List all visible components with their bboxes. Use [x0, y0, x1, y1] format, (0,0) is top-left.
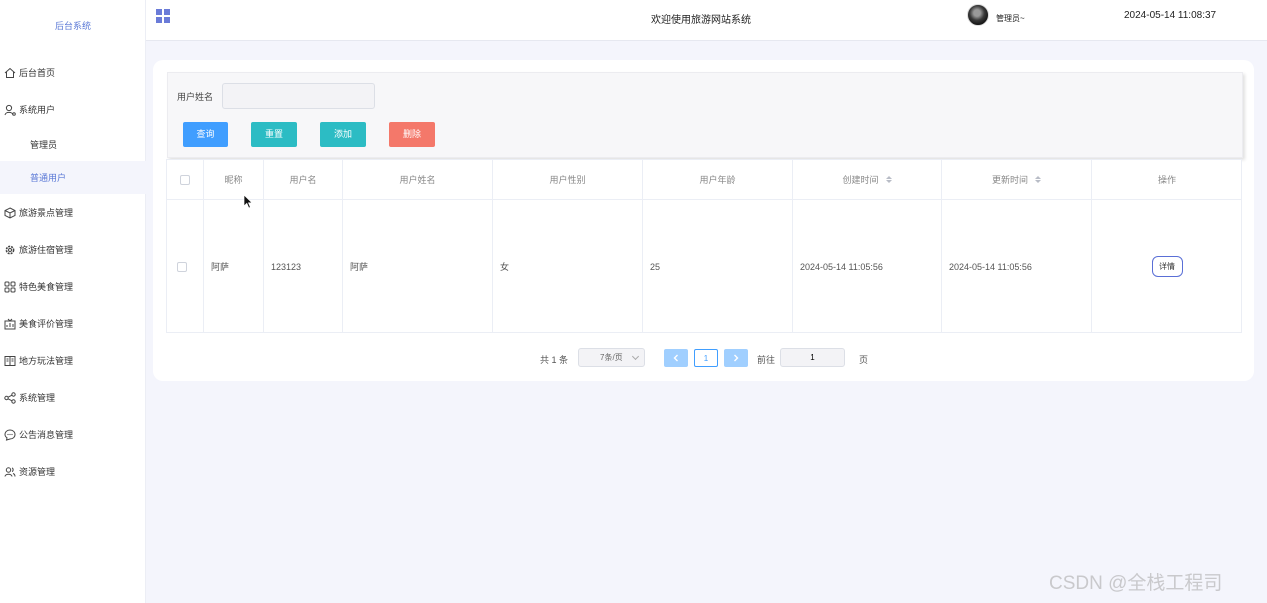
- sidebar-subitem-admin[interactable]: 管理员: [0, 128, 146, 161]
- add-button[interactable]: 添加: [320, 122, 366, 147]
- brand-title: 后台系统: [54, 21, 91, 31]
- chevron-down-icon: ~: [1020, 14, 1025, 23]
- sidebar-item-label: 旅游景点管理: [19, 208, 74, 218]
- sidebar-subitem-normal-user[interactable]: 普通用户: [0, 161, 146, 194]
- table-cell: 2024-05-14 11:05:56: [942, 200, 1092, 333]
- select-all-cell: [167, 160, 204, 200]
- column-header: 用户名: [264, 160, 343, 200]
- row-checkbox[interactable]: [177, 261, 187, 272]
- grid-icon: [3, 280, 16, 293]
- sidebar-item-label: 公告消息管理: [19, 430, 74, 440]
- sidebar-item-label: 系统用户: [19, 105, 56, 115]
- table-cell: 阿萨: [343, 200, 493, 333]
- users-icon: [3, 465, 16, 478]
- table-cell: 25: [643, 200, 793, 333]
- reset-button[interactable]: 重置: [251, 122, 297, 147]
- page-suffix-label: 页: [859, 355, 869, 365]
- chevron-right-icon: [734, 354, 739, 362]
- user-menu[interactable]: 管理员~: [996, 13, 1025, 24]
- watermark: CSDN @全栈工程司: [1049, 573, 1223, 594]
- page-size-select[interactable]: 7条/页: [578, 348, 645, 367]
- goto-page-input[interactable]: [780, 348, 845, 367]
- book-icon: [3, 354, 16, 367]
- sidebar-item-label: 旅游住宿管理: [19, 245, 74, 255]
- sidebar-item-label: 美食评价管理: [19, 319, 74, 329]
- sidebar-item-system-users[interactable]: 系统用户: [0, 91, 146, 128]
- column-header-label: 更新时间: [991, 175, 1028, 185]
- column-header-updated[interactable]: 更新时间: [942, 160, 1092, 200]
- sidebar-item-label: 资源管理: [19, 467, 56, 477]
- sidebar-item-system-manage[interactable]: 系统管理: [0, 379, 146, 416]
- search-input[interactable]: [222, 83, 375, 109]
- gear-icon: [3, 243, 16, 256]
- prev-page-button[interactable]: [664, 349, 688, 367]
- sidebar-item-food[interactable]: 特色美食管理: [0, 268, 146, 305]
- sidebar-item-label: 特色美食管理: [19, 282, 74, 292]
- table-cell: 阿萨: [204, 200, 264, 333]
- sidebar-item-label: 地方玩法管理: [19, 356, 74, 366]
- column-header: 用户姓名: [343, 160, 493, 200]
- table-cell: 2024-05-14 11:05:56: [793, 200, 942, 333]
- pagination-total: 共 1 条: [540, 355, 569, 365]
- menu-toggle-icon[interactable]: [156, 9, 170, 23]
- sidebar-item-attractions[interactable]: 旅游景点管理: [0, 194, 146, 231]
- page-size-value: 7条/页: [600, 353, 623, 362]
- search-label: 用户姓名: [177, 92, 214, 102]
- sidebar-item-label: 后台首页: [19, 68, 56, 78]
- share-icon: [3, 391, 16, 404]
- table-cell: 女: [493, 200, 643, 333]
- sidebar-item-resources[interactable]: 资源管理: [0, 453, 146, 490]
- user-icon: [3, 103, 16, 116]
- chevron-down-icon: [631, 352, 640, 361]
- chart-box-icon: [3, 317, 16, 330]
- select-all-checkbox[interactable]: [180, 174, 190, 185]
- goto-label: 前往: [757, 355, 776, 365]
- sidebar: 后台系统 后台首页 系统用户 管理员 普通用户 旅游景点管理 旅游住宿管理 特色…: [0, 0, 146, 603]
- top-header: 欢迎使用旅游网站系统 管理员~ 2024-05-14 11:08:37: [146, 0, 1267, 41]
- column-header: 用户性别: [493, 160, 643, 200]
- cube-icon: [3, 206, 16, 219]
- table-cell: 123123: [264, 200, 343, 333]
- user-name: 管理员: [996, 14, 1020, 23]
- actions-cell: 详情: [1092, 200, 1242, 333]
- query-button[interactable]: 查询: [183, 122, 228, 147]
- row-select-cell: [167, 200, 204, 333]
- column-header-created[interactable]: 创建时间: [793, 160, 942, 200]
- avatar[interactable]: [967, 4, 989, 26]
- sort-icon[interactable]: [1035, 176, 1041, 183]
- sidebar-item-local-play[interactable]: 地方玩法管理: [0, 342, 146, 379]
- page-title: 欢迎使用旅游网站系统: [651, 15, 751, 26]
- column-header: 昵称: [204, 160, 264, 200]
- sidebar-item-food-reviews[interactable]: 美食评价管理: [0, 305, 146, 342]
- next-page-button[interactable]: [724, 349, 748, 367]
- sidebar-item-announcements[interactable]: 公告消息管理: [0, 416, 146, 453]
- home-icon: [3, 66, 16, 79]
- sidebar-item-label: 系统管理: [19, 393, 56, 403]
- page-number-current[interactable]: 1: [694, 349, 718, 367]
- chevron-left-icon: [673, 354, 678, 362]
- column-header-label: 创建时间: [842, 175, 879, 185]
- detail-button[interactable]: 详情: [1151, 256, 1183, 277]
- sidebar-item-home[interactable]: 后台首页: [0, 54, 146, 91]
- sort-icon[interactable]: [885, 176, 892, 183]
- chat-icon: [3, 428, 16, 441]
- mouse-cursor-icon: [243, 194, 253, 209]
- column-header: 用户年龄: [643, 160, 793, 200]
- sidebar-item-lodging[interactable]: 旅游住宿管理: [0, 231, 146, 268]
- sidebar-menu: 后台首页 系统用户 管理员 普通用户 旅游景点管理 旅游住宿管理 特色美食管理 …: [0, 54, 146, 490]
- user-table: 昵称 用户名 用户姓名 用户性别 用户年龄 创建时间 更新时间 操作 阿萨 12…: [166, 159, 1242, 333]
- delete-button[interactable]: 删除: [389, 122, 435, 147]
- column-header: 操作: [1092, 160, 1242, 200]
- datetime-display: 2024-05-14 11:08:37: [1124, 10, 1217, 21]
